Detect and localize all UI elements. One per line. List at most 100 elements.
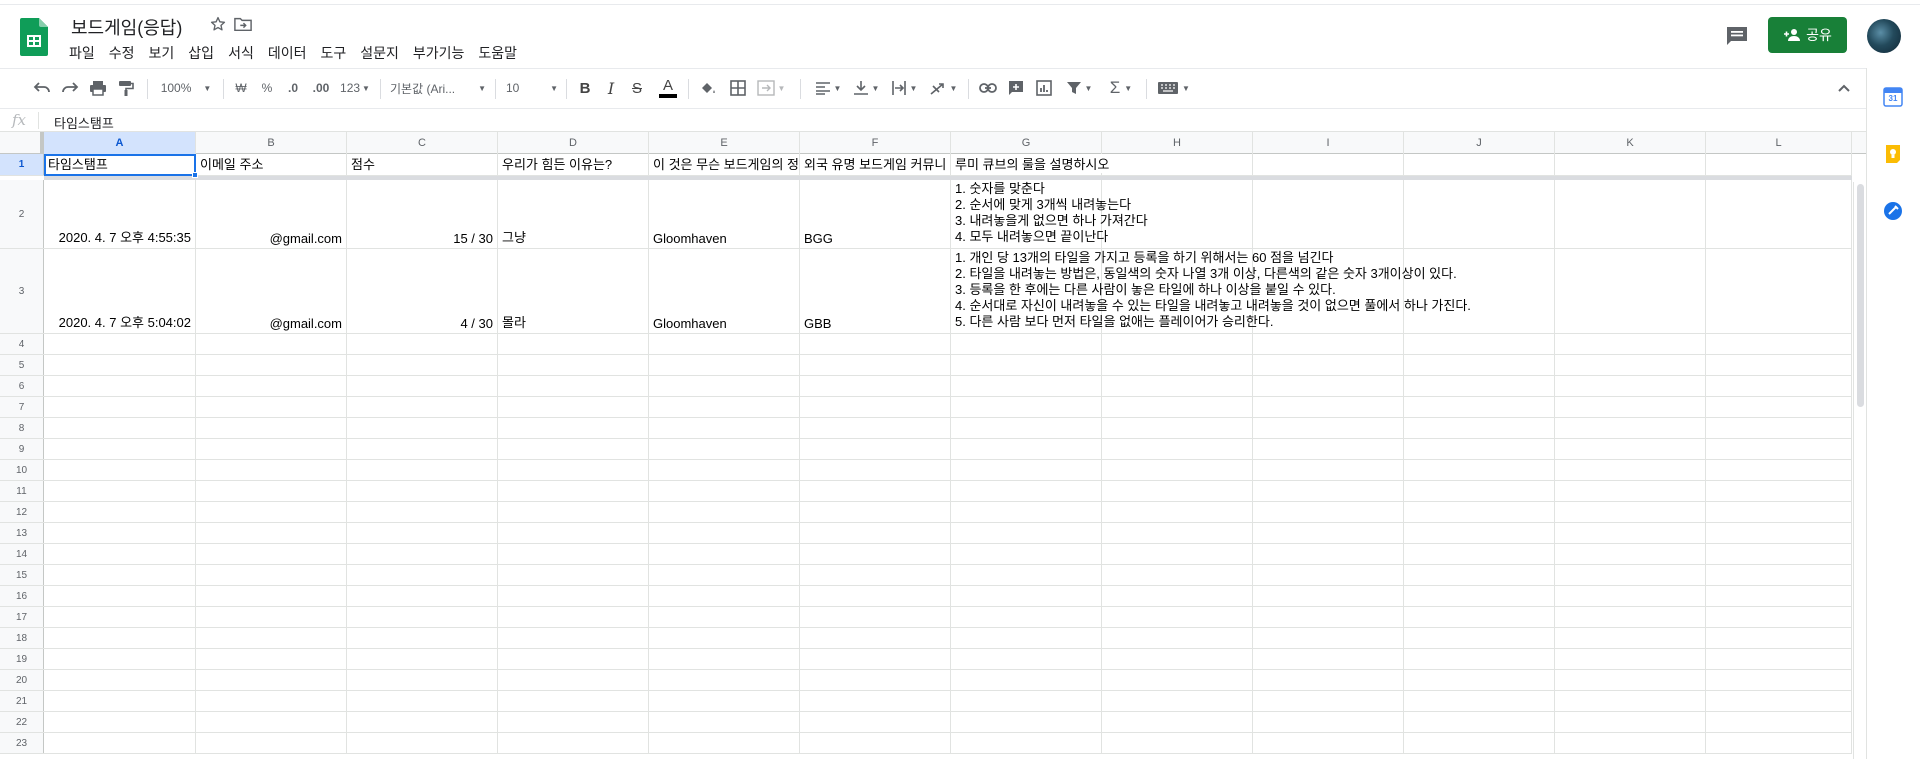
row-header-18[interactable]: 18 xyxy=(0,628,44,648)
cell-f13[interactable] xyxy=(800,523,951,543)
cell-k2[interactable] xyxy=(1555,180,1706,248)
menu-form[interactable]: 설문지 xyxy=(353,44,406,62)
cell-h23[interactable] xyxy=(1102,733,1253,753)
cell-e11[interactable] xyxy=(649,481,800,501)
row-header-16[interactable]: 16 xyxy=(0,586,44,606)
cell-b15[interactable] xyxy=(196,565,347,585)
cell-g17[interactable] xyxy=(951,607,1102,627)
cell-e9[interactable] xyxy=(649,439,800,459)
cell-b13[interactable] xyxy=(196,523,347,543)
cell-k12[interactable] xyxy=(1555,502,1706,522)
cell-h6[interactable] xyxy=(1102,376,1253,396)
cell-l5[interactable] xyxy=(1706,355,1852,375)
active-cell-selection[interactable] xyxy=(44,154,196,176)
cell-j4[interactable] xyxy=(1404,334,1555,354)
cell-l16[interactable] xyxy=(1706,586,1852,606)
cell-j6[interactable] xyxy=(1404,376,1555,396)
cell-c15[interactable] xyxy=(347,565,498,585)
cell-g23[interactable] xyxy=(951,733,1102,753)
cell-l2[interactable] xyxy=(1706,180,1852,248)
cell-c16[interactable] xyxy=(347,586,498,606)
cell-h10[interactable] xyxy=(1102,460,1253,480)
cell-k4[interactable] xyxy=(1555,334,1706,354)
cell-k6[interactable] xyxy=(1555,376,1706,396)
row-header-21[interactable]: 21 xyxy=(0,691,44,711)
cell-h1[interactable] xyxy=(1102,154,1253,175)
cell-i16[interactable] xyxy=(1253,586,1404,606)
cell-f22[interactable] xyxy=(800,712,951,732)
row-header-14[interactable]: 14 xyxy=(0,544,44,564)
cell-i1[interactable] xyxy=(1253,154,1404,175)
cell-g11[interactable] xyxy=(951,481,1102,501)
cell-d8[interactable] xyxy=(498,418,649,438)
cell-d14[interactable] xyxy=(498,544,649,564)
row-header-15[interactable]: 15 xyxy=(0,565,44,585)
strikethrough-button[interactable]: S xyxy=(626,77,648,99)
cell-g1[interactable]: 루미 큐브의 룰을 설명하시오 xyxy=(951,154,1112,175)
cell-l20[interactable] xyxy=(1706,670,1852,690)
cell-f16[interactable] xyxy=(800,586,951,606)
cell-j15[interactable] xyxy=(1404,565,1555,585)
cell-b3[interactable]: @gmail.com xyxy=(196,249,347,333)
cell-c11[interactable] xyxy=(347,481,498,501)
cell-h8[interactable] xyxy=(1102,418,1253,438)
cell-b5[interactable] xyxy=(196,355,347,375)
cell-e14[interactable] xyxy=(649,544,800,564)
avatar[interactable] xyxy=(1867,19,1901,53)
cell-f8[interactable] xyxy=(800,418,951,438)
menu-edit[interactable]: 수정 xyxy=(102,44,142,62)
cell-i10[interactable] xyxy=(1253,460,1404,480)
cell-l12[interactable] xyxy=(1706,502,1852,522)
cell-e13[interactable] xyxy=(649,523,800,543)
cell-k10[interactable] xyxy=(1555,460,1706,480)
column-header-k[interactable]: K xyxy=(1555,132,1706,154)
cell-b9[interactable] xyxy=(196,439,347,459)
cell-a3[interactable]: 2020. 4. 7 오후 5:04:02 xyxy=(44,249,196,333)
cell-g14[interactable] xyxy=(951,544,1102,564)
cell-f23[interactable] xyxy=(800,733,951,753)
functions-icon[interactable]: Σ ▼ xyxy=(1104,77,1138,99)
cell-a23[interactable] xyxy=(44,733,196,753)
cell-b7[interactable] xyxy=(196,397,347,417)
column-header-a[interactable]: A xyxy=(44,132,196,154)
cell-a16[interactable] xyxy=(44,586,196,606)
cell-f1[interactable]: 외국 유명 보드게임 커뮤니 xyxy=(800,154,951,175)
cell-i11[interactable] xyxy=(1253,481,1404,501)
keep-icon[interactable] xyxy=(1882,143,1904,165)
cell-i20[interactable] xyxy=(1253,670,1404,690)
cell-l14[interactable] xyxy=(1706,544,1852,564)
cell-c10[interactable] xyxy=(347,460,498,480)
cell-g6[interactable] xyxy=(951,376,1102,396)
cell-c12[interactable] xyxy=(347,502,498,522)
cell-d21[interactable] xyxy=(498,691,649,711)
row-header-19[interactable]: 19 xyxy=(0,649,44,669)
star-icon[interactable] xyxy=(209,15,227,33)
cell-i22[interactable] xyxy=(1253,712,1404,732)
menu-file[interactable]: 파일 xyxy=(62,44,102,62)
cell-b18[interactable] xyxy=(196,628,347,648)
cell-e20[interactable] xyxy=(649,670,800,690)
cell-e21[interactable] xyxy=(649,691,800,711)
cell-k23[interactable] xyxy=(1555,733,1706,753)
cell-a22[interactable] xyxy=(44,712,196,732)
cell-a11[interactable] xyxy=(44,481,196,501)
cell-e22[interactable] xyxy=(649,712,800,732)
cell-a21[interactable] xyxy=(44,691,196,711)
italic-button[interactable]: I xyxy=(600,77,622,99)
cell-j3[interactable] xyxy=(1404,249,1555,333)
cell-b16[interactable] xyxy=(196,586,347,606)
cell-e7[interactable] xyxy=(649,397,800,417)
cell-d5[interactable] xyxy=(498,355,649,375)
cell-f21[interactable] xyxy=(800,691,951,711)
column-header-g[interactable]: G xyxy=(951,132,1102,154)
cell-d17[interactable] xyxy=(498,607,649,627)
cell-g13[interactable] xyxy=(951,523,1102,543)
cell-a6[interactable] xyxy=(44,376,196,396)
currency-format-button[interactable]: ₩ xyxy=(230,77,252,99)
print-icon[interactable] xyxy=(86,77,110,99)
cell-k7[interactable] xyxy=(1555,397,1706,417)
cell-a13[interactable] xyxy=(44,523,196,543)
cell-e1[interactable]: 이 것은 무슨 보드게임의 정 xyxy=(649,154,800,175)
cell-h21[interactable] xyxy=(1102,691,1253,711)
cell-h5[interactable] xyxy=(1102,355,1253,375)
